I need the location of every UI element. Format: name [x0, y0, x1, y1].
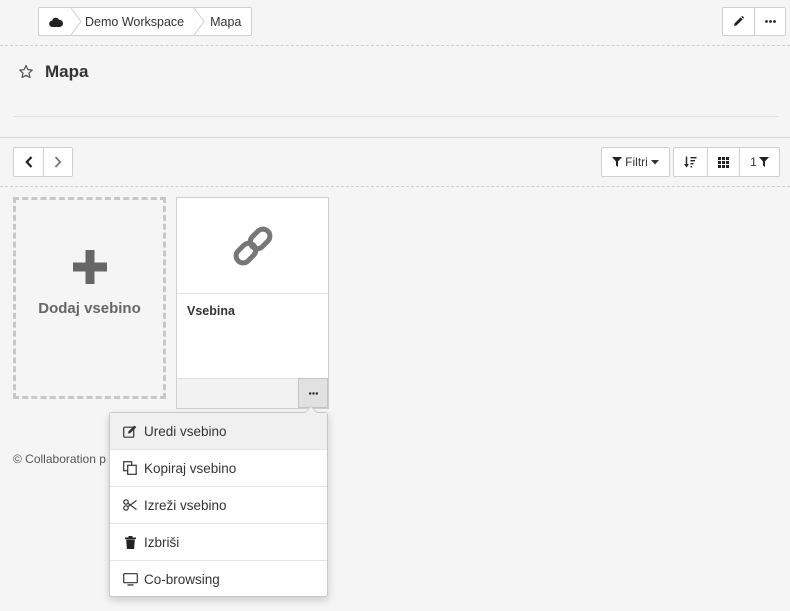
edit-icon [122, 423, 138, 439]
trash-icon [122, 534, 138, 550]
menu-item-label: Co-browsing [144, 571, 220, 587]
page-actions [722, 7, 786, 36]
next-button[interactable] [43, 148, 72, 176]
content-context-menu: Uredi vsebino Kopiraj vsebino Izreži vse… [109, 406, 328, 597]
menu-item-label: Kopiraj vsebino [144, 460, 237, 476]
ellipsis-icon [308, 391, 318, 395]
content-more-button[interactable] [298, 378, 328, 408]
sort-icon [684, 156, 697, 168]
filters-label: Filtri [625, 155, 648, 169]
chevron-left-icon [24, 156, 32, 168]
monitor-icon [122, 571, 138, 587]
edit-page-button[interactable] [723, 8, 754, 35]
content-thumbnail[interactable] [177, 198, 328, 294]
top-bar: Demo Workspace Mapa [0, 0, 790, 46]
cloud-icon [49, 17, 63, 27]
caret-down-icon [650, 159, 659, 164]
plus-icon [72, 250, 107, 284]
menu-item-cobrowsing[interactable]: Co-browsing [110, 560, 327, 597]
menu-item-edit[interactable]: Uredi vsebino [110, 413, 327, 449]
breadcrumb-home[interactable] [39, 8, 73, 35]
page-title: Mapa [45, 62, 89, 81]
footer-copyright: © Collaboration p [13, 452, 106, 466]
add-content-card[interactable]: Dodaj vsebino [13, 197, 166, 399]
filter-icon [758, 157, 769, 167]
pager-nav [13, 147, 73, 177]
menu-item-delete[interactable]: Izbriši [110, 523, 327, 560]
menu-item-label: Izreži vsebino [144, 497, 227, 513]
breadcrumb-item-workspace[interactable]: Demo Workspace [73, 8, 196, 35]
breadcrumb: Demo Workspace Mapa [38, 7, 253, 36]
page-header: Mapa [18, 62, 88, 82]
title-divider [13, 116, 779, 117]
breadcrumb-item-current[interactable]: Mapa [196, 8, 251, 35]
sort-button[interactable] [674, 148, 707, 176]
menu-item-copy[interactable]: Kopiraj vsebino [110, 449, 327, 486]
star-outline-icon[interactable] [18, 64, 34, 80]
copy-icon [122, 460, 138, 476]
section-divider [0, 137, 790, 138]
more-actions-button[interactable] [754, 8, 785, 35]
chevron-right-icon [54, 156, 62, 168]
pencil-icon [734, 16, 744, 26]
grid-view-button[interactable] [707, 148, 739, 176]
active-filters-button[interactable]: 1 [739, 148, 779, 176]
content-card-footer [177, 378, 328, 408]
active-filter-count: 1 [750, 155, 757, 169]
filter-icon [612, 157, 623, 167]
add-content-label: Dodaj vsebino [38, 300, 141, 317]
menu-item-label: Uredi vsebino [144, 423, 227, 439]
view-controls: 1 [673, 147, 780, 177]
scissors-icon [122, 497, 138, 513]
content-card-title[interactable]: Vsebina [177, 294, 328, 328]
menu-item-label: Izbriši [144, 534, 180, 550]
link-icon [233, 226, 272, 265]
toolbar-divider [0, 186, 790, 187]
grid-icon [718, 156, 729, 168]
previous-button[interactable] [14, 148, 43, 176]
filters-button[interactable]: Filtri [601, 147, 670, 177]
ellipsis-icon [764, 20, 776, 23]
content-card[interactable]: Vsebina [176, 197, 329, 409]
menu-item-cut[interactable]: Izreži vsebino [110, 486, 327, 523]
